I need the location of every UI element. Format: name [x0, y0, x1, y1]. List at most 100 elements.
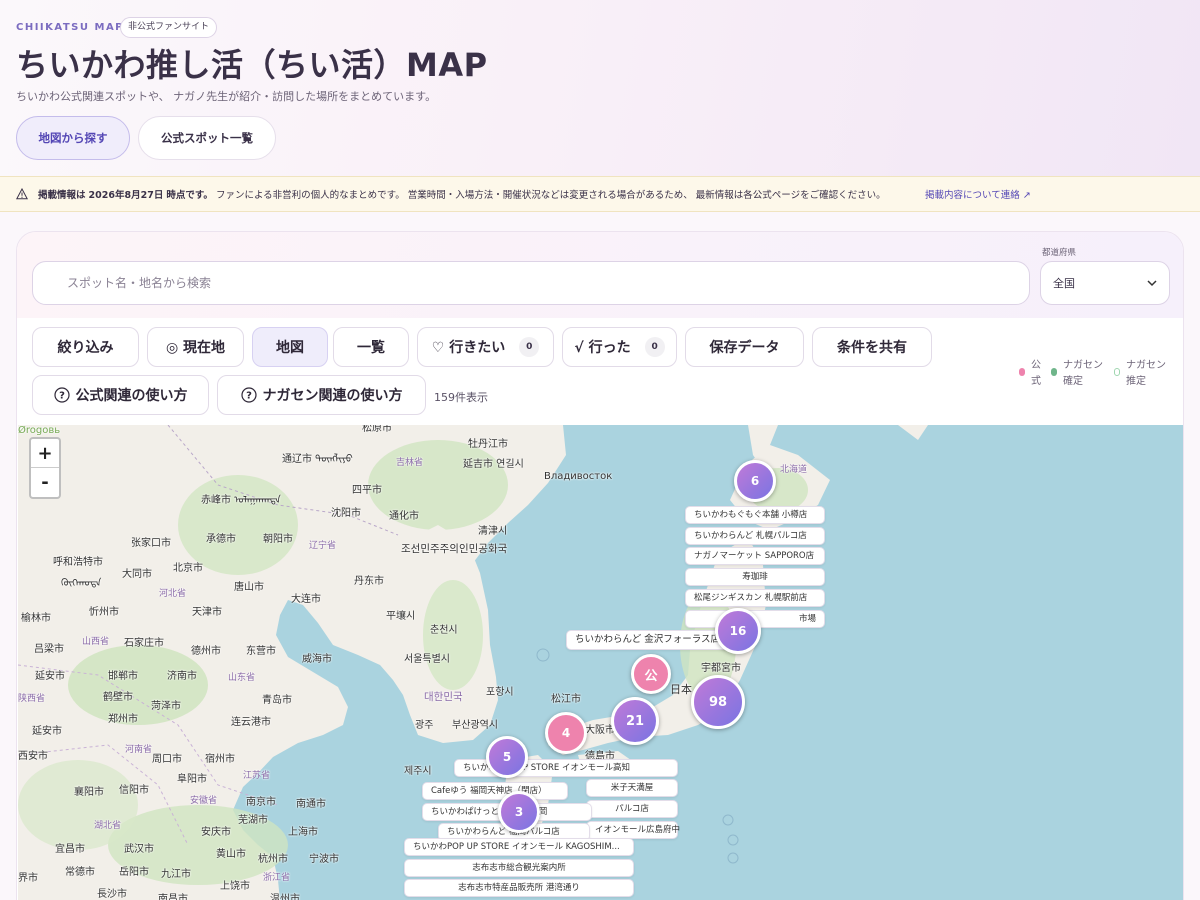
prefecture-select[interactable]: 全国	[1040, 261, 1170, 305]
notice-date-prefix: 掲載情報は	[38, 190, 86, 201]
estimated-dot-icon	[1114, 368, 1120, 376]
saved-data-button[interactable]: 保存データ	[685, 327, 804, 367]
map-place: 呼和浩特市	[53, 557, 103, 568]
map-place: 牡丹江市	[468, 439, 508, 450]
map-place: 南通市	[296, 799, 326, 810]
spot-label[interactable]: 松尾ジンギスカン 札幌駅前店	[685, 589, 825, 607]
share-conditions-button[interactable]: 条件を共有	[812, 327, 932, 367]
map-place: 常德市	[65, 867, 95, 878]
map-place: 上海市	[288, 827, 318, 838]
map-place: 서울특별시	[404, 654, 450, 665]
svg-text:?: ?	[246, 391, 252, 402]
map-place: 芜湖市	[238, 815, 268, 826]
map-cluster[interactable]: 4	[545, 712, 587, 754]
map-cluster[interactable]: 6	[734, 460, 776, 502]
warning-icon	[16, 188, 28, 200]
official-help-button[interactable]: ? 公式関連の使い方	[32, 375, 209, 415]
map-place: 大连市	[291, 594, 321, 605]
map-place: 河南省	[125, 745, 153, 755]
spot-label[interactable]: イオンモール広島府中	[586, 821, 680, 839]
map-place: 安徽省	[190, 796, 218, 806]
map-place: 延吉市 연길시	[463, 459, 524, 470]
want-to-go-button[interactable]: ♡ 行きたい 0	[417, 327, 554, 367]
spot-label[interactable]: 米子天満屋	[586, 779, 678, 797]
map-place: 阜阳市	[177, 774, 207, 785]
notice-text: 掲載情報は 2026年8月27日 時点です。 ファンによる非営利の個人的なまとめ…	[38, 187, 886, 201]
map-place: 宇都宮市	[701, 663, 741, 674]
confirmed-dot-icon	[1051, 368, 1057, 376]
zoom-out-button[interactable]: -	[31, 468, 59, 497]
zoom-in-button[interactable]: +	[31, 439, 59, 468]
nav-map-button[interactable]: 地図から探す	[16, 116, 130, 160]
map-card: 都道府県 全国 絞り込み ◎ 現在地 地図 一覧 ♡ 行きたい0 √ 行った0 …	[16, 231, 1184, 900]
spot-label[interactable]: パルコ店	[586, 800, 678, 818]
map-place: 浙江省	[263, 873, 291, 883]
notice-bar: 掲載情報は 2026年8月27日 時点です。 ファンによる非営利の個人的なまとめ…	[0, 176, 1200, 212]
want-to-go-count: 0	[519, 337, 540, 357]
spot-label[interactable]: 志布志市総合観光案内所	[404, 859, 634, 877]
current-location-button[interactable]: ◎ 現在地	[147, 327, 244, 367]
spot-label[interactable]: ちいかわらんど 金沢フォーラス店	[566, 630, 730, 650]
spot-label[interactable]: ちいかわもぐもぐ本舗 小樽店	[685, 506, 825, 524]
spot-label[interactable]: ちいかわPOP UP STORE イオンモール KAGOSHIM...	[404, 838, 634, 856]
map-cluster[interactable]: 21	[611, 697, 659, 745]
visited-label: √ 行った	[574, 340, 631, 356]
map-place: 周口市	[152, 754, 182, 765]
map-place: 宿州市	[205, 754, 235, 765]
filter-button-label: 絞り込み	[57, 340, 114, 356]
spot-label[interactable]: ちいかわらんど 札幌パルコ店	[685, 527, 825, 545]
map-place: 济南市	[167, 671, 197, 682]
spot-label[interactable]: 寿珈琲	[685, 568, 825, 586]
contact-link[interactable]: 掲載内容について連絡 ↗	[925, 187, 1031, 201]
map-place: 界市	[18, 873, 38, 884]
map-cluster[interactable]: 3	[498, 791, 540, 833]
map-place: 西安市	[18, 751, 48, 762]
map-place: 松江市	[551, 694, 581, 705]
nav-official-list-button[interactable]: 公式スポット一覧	[138, 116, 276, 160]
map-place: 北海道	[780, 465, 808, 475]
map-place: 춘천시	[430, 625, 458, 636]
map-view-button[interactable]: 地図	[252, 327, 328, 367]
search-input[interactable]	[32, 261, 1030, 305]
notice-date-suffix: 時点です。	[166, 190, 213, 201]
map-cluster[interactable]: 5	[486, 736, 528, 778]
spot-label[interactable]: Cafeゆう 福岡天神店（閉店）	[422, 782, 568, 800]
map-place: 天津市	[192, 607, 222, 618]
map-place: 朝阳市	[263, 534, 293, 545]
map-place: 黄山市	[216, 849, 246, 860]
help-circle-icon: ?	[53, 387, 70, 403]
map-place: 辽宁省	[309, 541, 337, 551]
map-canvas[interactable]: + - Ørogoвь 松原市 通辽市 ᠲᠦᠩᠯᠢᠶᠣ 吉林省 牡丹江市 延吉市…	[18, 425, 1183, 900]
site-header: CHIIKATSU MAP 非公式ファンサイト ちいかわ推し活（ちい活）MAP …	[0, 0, 1200, 176]
map-cluster[interactable]: 98	[691, 675, 745, 729]
map-place: 陕西省	[18, 694, 46, 704]
map-place: 威海市	[302, 654, 332, 665]
nagasen-help-button[interactable]: ? ナガセン関連の使い方	[217, 375, 426, 415]
official-spot-marker[interactable]: 公	[631, 654, 671, 694]
map-place: 포항시	[486, 687, 514, 698]
spot-label[interactable]: 志布志市特産品販売所 港湾通り	[404, 879, 634, 897]
map-place: 岳阳市	[119, 867, 149, 878]
map-place: 忻州市	[89, 607, 119, 618]
map-place: 江苏省	[243, 771, 271, 781]
map-place: 宁波市	[309, 854, 339, 865]
zoom-control: + -	[29, 437, 61, 499]
map-place: 부산광역시	[452, 720, 498, 731]
map-place: 石家庄市	[124, 638, 164, 649]
map-place: 平壤시	[386, 611, 416, 622]
spot-label[interactable]: ナガノマーケット SAPPORO店	[685, 547, 825, 565]
map-place: 东营市	[246, 646, 276, 657]
map-place: Ørogoвь	[18, 425, 61, 436]
official-dot-icon	[1019, 368, 1025, 376]
list-view-button[interactable]: 一覧	[333, 327, 409, 367]
visited-button[interactable]: √ 行った 0	[562, 327, 677, 367]
notice-body: ファンによる非営利の個人的なまとめです。 営業時間・入場方法・開催状況などは変更…	[215, 190, 886, 201]
filter-button[interactable]: 絞り込み	[32, 327, 139, 367]
map-place: 延安市	[35, 671, 65, 682]
help-circle-icon: ?	[240, 387, 257, 403]
brand-label: CHIIKATSU MAP	[16, 22, 125, 33]
map-place: Владивосток	[544, 471, 613, 482]
map-place: 青岛市	[262, 695, 292, 706]
map-place: 四平市	[352, 485, 382, 496]
map-cluster[interactable]: 16	[715, 608, 761, 654]
